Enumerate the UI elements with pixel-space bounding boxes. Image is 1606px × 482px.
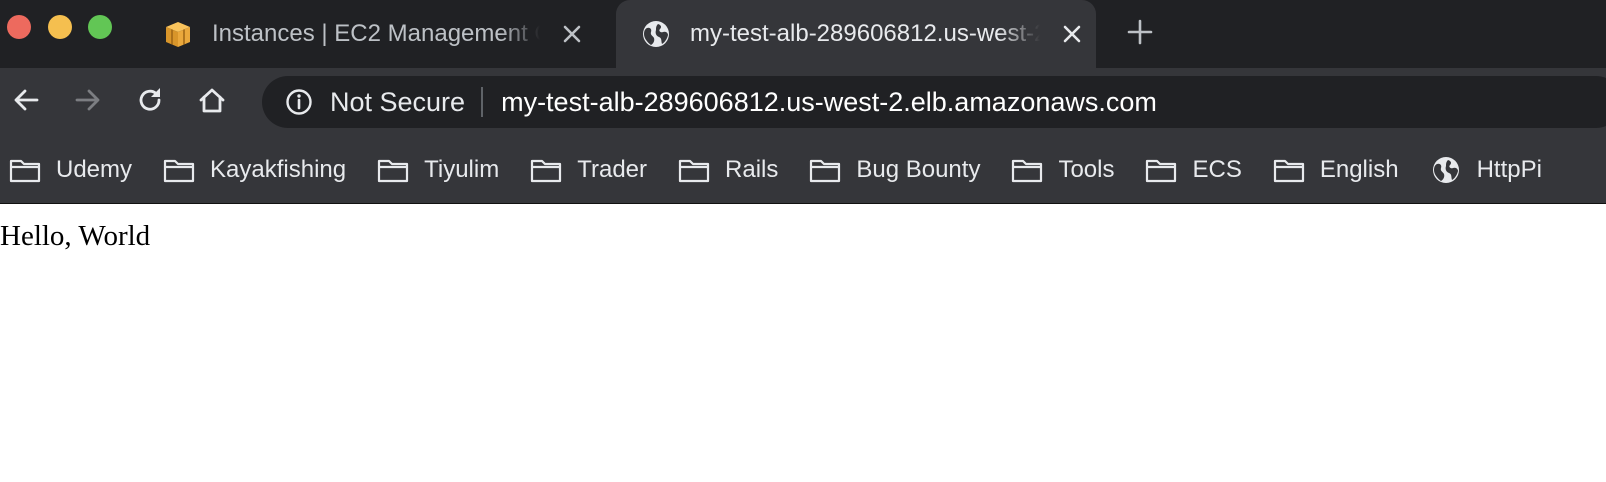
bookmark-english[interactable]: English (1272, 156, 1399, 184)
bookmark-label: Bug Bounty (856, 155, 981, 183)
folder-icon (376, 156, 410, 184)
page-content: Hello, World (0, 204, 1606, 482)
bookmark-label: Kayakfishing (210, 155, 347, 183)
bookmark-label: Rails (725, 155, 779, 183)
folder-icon (162, 156, 196, 184)
folder-icon (8, 156, 42, 184)
page-body-text: Hello, World (0, 220, 151, 252)
url-text[interactable]: my-test-alb-289606812.us-west-2.elb.amaz… (501, 87, 1157, 118)
tab-close-icon[interactable] (1058, 20, 1086, 48)
tab-close-icon[interactable] (558, 20, 586, 48)
bookmark-kayakfishing[interactable]: Kayakfishing (162, 156, 346, 184)
omnibox-divider (481, 87, 484, 117)
folder-icon (808, 156, 842, 184)
folder-icon (1144, 156, 1178, 184)
tab-my-test-alb[interactable]: my-test-alb-289606812.us-west-2.elb.amaz… (616, 0, 1096, 68)
arrow-right-icon (73, 85, 103, 120)
aws-box-icon (162, 18, 194, 50)
bookmark-label: HttpPi (1476, 155, 1542, 183)
folder-icon (529, 156, 563, 184)
home-icon (197, 85, 227, 120)
new-tab-button[interactable] (1124, 18, 1156, 50)
home-button[interactable] (192, 82, 232, 122)
bookmarks-bar: Udemy Kayakfishing Tiyulim Trader Rails … (0, 136, 1606, 204)
plus-icon (1127, 19, 1153, 50)
folder-icon (677, 156, 711, 184)
globe-icon (1429, 156, 1463, 184)
forward-button[interactable] (68, 82, 108, 122)
bookmark-label: Trader (577, 155, 648, 183)
browser-toolbar: Not Secure my-test-alb-289606812.us-west… (0, 68, 1606, 136)
bookmark-trader[interactable]: Trader (529, 156, 647, 184)
bookmark-label: ECS (1192, 155, 1242, 183)
reload-icon (135, 85, 165, 120)
bookmark-label: English (1319, 155, 1399, 183)
window-minimize-button[interactable] (48, 15, 72, 39)
bookmark-label: Tiyulim (424, 155, 500, 183)
arrow-left-icon (11, 85, 41, 120)
bookmark-udemy[interactable]: Udemy (8, 156, 132, 184)
bookmark-label: Tools (1058, 155, 1115, 183)
bookmark-rails[interactable]: Rails (677, 156, 778, 184)
window-zoom-button[interactable] (88, 15, 112, 39)
bookmark-httppi[interactable]: HttpPi (1429, 156, 1542, 184)
tab-ec2-instances[interactable]: Instances | EC2 Management Console (150, 0, 608, 68)
tab-title: Instances | EC2 Management Console (212, 20, 540, 47)
bookmark-bug-bounty[interactable]: Bug Bounty (808, 156, 980, 184)
bookmark-label: Udemy (56, 155, 133, 183)
reload-button[interactable] (130, 82, 170, 122)
bookmark-tiyulim[interactable]: Tiyulim (376, 156, 499, 184)
bookmark-tools[interactable]: Tools (1010, 156, 1114, 184)
folder-icon (1272, 156, 1306, 184)
security-status: Not Secure (330, 86, 466, 117)
tab-title: my-test-alb-289606812.us-west-2.elb.amaz… (690, 20, 1040, 47)
back-button[interactable] (6, 82, 46, 122)
folder-icon (1010, 156, 1044, 184)
tab-strip: Instances | EC2 Management Console my-te… (0, 0, 1606, 68)
info-icon[interactable] (284, 87, 314, 117)
window-close-button[interactable] (7, 15, 31, 39)
address-bar[interactable]: Not Secure my-test-alb-289606812.us-west… (262, 76, 1606, 128)
bookmark-ecs[interactable]: ECS (1144, 155, 1242, 184)
globe-icon (640, 18, 672, 50)
